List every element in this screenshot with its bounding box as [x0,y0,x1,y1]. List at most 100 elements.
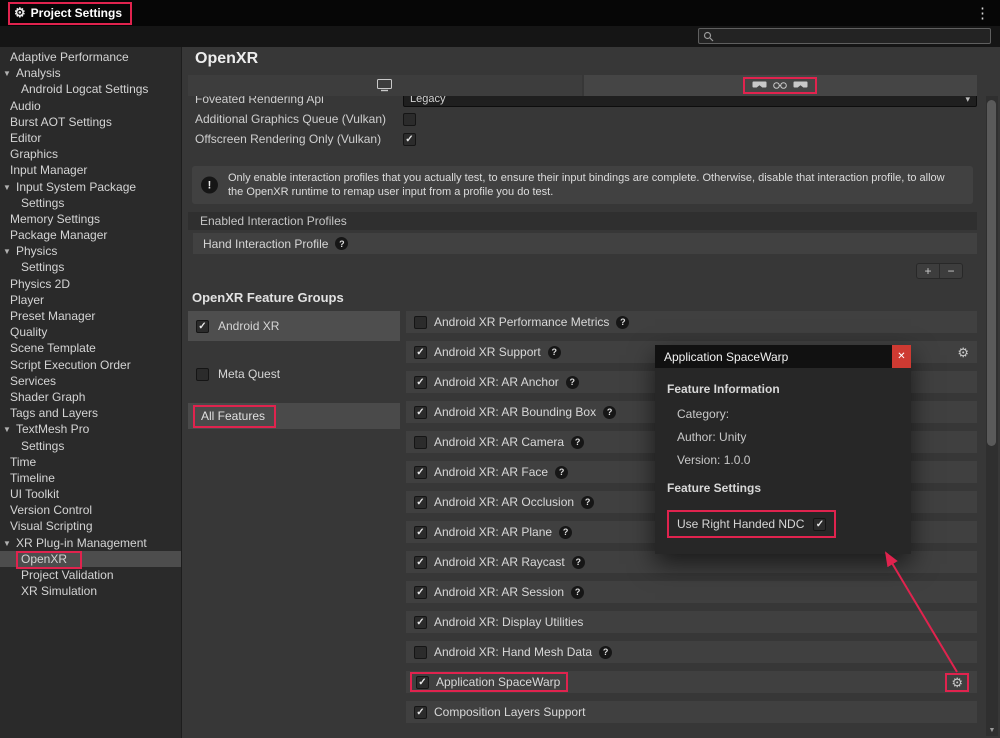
all-features-row[interactable]: All Features [188,403,400,429]
scrollbar-thumb[interactable] [987,100,996,446]
sidebar-item-player[interactable]: Player [0,292,181,308]
scroll-down-icon[interactable]: ▼ [986,725,998,736]
enabled-interaction-profiles-header: Enabled Interaction Profiles [188,212,977,230]
collapse-arrow-icon[interactable]: ▼ [3,180,11,196]
feature-label: Android XR: AR Camera [434,435,564,449]
checkbox[interactable] [414,646,427,659]
tab-desktop[interactable] [188,75,582,96]
sidebar-item-physics[interactable]: ▼Physics [0,243,181,259]
sidebar-item-android-logcat-settings[interactable]: Android Logcat Settings [0,81,181,97]
search-field[interactable] [698,28,991,44]
vertical-scrollbar[interactable]: ▼ [986,96,998,736]
sidebar-item-script-execution-order[interactable]: Script Execution Order [0,357,181,373]
checkbox[interactable]: ✓ [414,496,427,509]
feature-label: Android XR: AR Occlusion [434,495,574,509]
checkbox[interactable]: ✓ [414,586,427,599]
checkbox[interactable]: ✓ [414,376,427,389]
checkbox[interactable]: ✓ [414,466,427,479]
foveated-rendering-dropdown[interactable]: Legacy ▾ [403,96,977,107]
gear-icon[interactable]: ⚙ [951,676,963,689]
sidebar-item-settings[interactable]: Settings [0,259,181,275]
sidebar-item-editor[interactable]: Editor [0,130,181,146]
help-icon[interactable]: ? [581,496,594,509]
hand-interaction-profile-row[interactable]: Hand Interaction Profile ? [193,233,977,254]
collapse-arrow-icon[interactable]: ▼ [3,244,11,260]
remove-profile-button[interactable]: − [940,264,962,278]
help-icon[interactable]: ? [559,526,572,539]
sidebar-item-time[interactable]: Time [0,454,181,470]
gear-icon[interactable]: ⚙ [957,346,969,359]
checkbox[interactable]: ✓ [196,320,209,333]
sidebar-item-input-system-package[interactable]: ▼Input System Package [0,179,181,195]
sidebar-item-settings[interactable]: Settings [0,438,181,454]
sidebar-item-burst-aot-settings[interactable]: Burst AOT Settings [0,114,181,130]
page-title: OpenXR [195,50,258,68]
sidebar-item-analysis[interactable]: ▼Analysis [0,65,181,81]
sidebar-item-audio[interactable]: Audio [0,98,181,114]
sidebar-item-shader-graph[interactable]: Shader Graph [0,389,181,405]
checkbox[interactable] [414,436,427,449]
help-icon[interactable]: ? [566,376,579,389]
collapse-arrow-icon[interactable]: ▼ [3,66,11,82]
sidebar-item-quality[interactable]: Quality [0,324,181,340]
sidebar-item-openxr[interactable]: OpenXR [0,551,181,567]
sidebar-item-xr-plug-in-management[interactable]: ▼XR Plug-in Management [0,535,181,551]
sidebar-item-label: Settings [21,196,64,210]
help-icon[interactable]: ? [616,316,629,329]
sidebar-item-scene-template[interactable]: Scene Template [0,340,181,356]
overflow-menu-icon[interactable]: ⋮ [973,6,992,21]
sidebar-item-project-validation[interactable]: Project Validation [0,567,181,583]
checkbox[interactable]: ✓ [414,406,427,419]
help-icon[interactable]: ? [603,406,616,419]
search-input[interactable] [718,29,986,43]
sidebar-item-services[interactable]: Services [0,373,181,389]
sidebar-item-label: Memory Settings [10,212,100,226]
checkbox[interactable]: ✓ [414,526,427,539]
help-icon[interactable]: ? [548,346,561,359]
sidebar-item-graphics[interactable]: Graphics [0,146,181,162]
checkbox[interactable]: ✓ [414,556,427,569]
sidebar-item-xr-simulation[interactable]: XR Simulation [0,583,181,599]
close-icon[interactable]: ✕ [892,345,911,368]
feature-group-meta-quest[interactable]: Meta Quest [188,359,400,389]
checkbox[interactable]: ✓ [414,346,427,359]
feature-row-android-xr-ar-raycast: ✓Android XR: AR Raycast? [406,551,977,573]
collapse-arrow-icon[interactable]: ▼ [3,422,11,438]
checkbox[interactable] [414,316,427,329]
sidebar-item-timeline[interactable]: Timeline [0,470,181,486]
checkbox[interactable]: ✓ [414,706,427,719]
sidebar-item-adaptive-performance[interactable]: Adaptive Performance [0,49,181,65]
feature-label: Android XR Support [434,345,541,359]
gear-annotation-box: ⚙ [945,673,969,692]
popup-titlebar[interactable]: Application SpaceWarp ✕ [655,345,911,368]
sidebar-item-preset-manager[interactable]: Preset Manager [0,308,181,324]
help-icon[interactable]: ? [571,586,584,599]
sidebar-item-memory-settings[interactable]: Memory Settings [0,211,181,227]
checkbox[interactable]: ✓ [416,676,429,689]
checkbox[interactable] [196,368,209,381]
interaction-profiles-infobox: ! Only enable interaction profiles that … [192,166,973,204]
help-icon[interactable]: ? [571,436,584,449]
tab-vr-devices[interactable] [584,75,978,96]
sidebar-item-physics-2d[interactable]: Physics 2D [0,276,181,292]
checkbox[interactable]: ✓ [813,518,826,531]
sidebar-item-version-control[interactable]: Version Control [0,502,181,518]
help-icon[interactable]: ? [572,556,585,569]
checkbox[interactable] [403,113,416,126]
add-profile-button[interactable]: + [917,264,940,278]
sidebar-item-textmesh-pro[interactable]: ▼TextMesh Pro [0,421,181,437]
sidebar-item-ui-toolkit[interactable]: UI Toolkit [0,486,181,502]
feature-group-android-xr[interactable]: ✓Android XR [188,311,400,341]
help-icon[interactable]: ? [555,466,568,479]
sidebar-item-package-manager[interactable]: Package Manager [0,227,181,243]
sidebar-item-settings[interactable]: Settings [0,195,181,211]
checkbox[interactable]: ✓ [414,616,427,629]
sidebar-item-tags-and-layers[interactable]: Tags and Layers [0,405,181,421]
help-icon[interactable]: ? [335,237,348,250]
help-icon[interactable]: ? [599,646,612,659]
collapse-arrow-icon[interactable]: ▼ [3,536,11,552]
checkbox[interactable]: ✓ [403,133,416,146]
sidebar-item-input-manager[interactable]: Input Manager [0,162,181,178]
sidebar-item-label: Audio [10,99,41,113]
sidebar-item-visual-scripting[interactable]: Visual Scripting [0,518,181,534]
